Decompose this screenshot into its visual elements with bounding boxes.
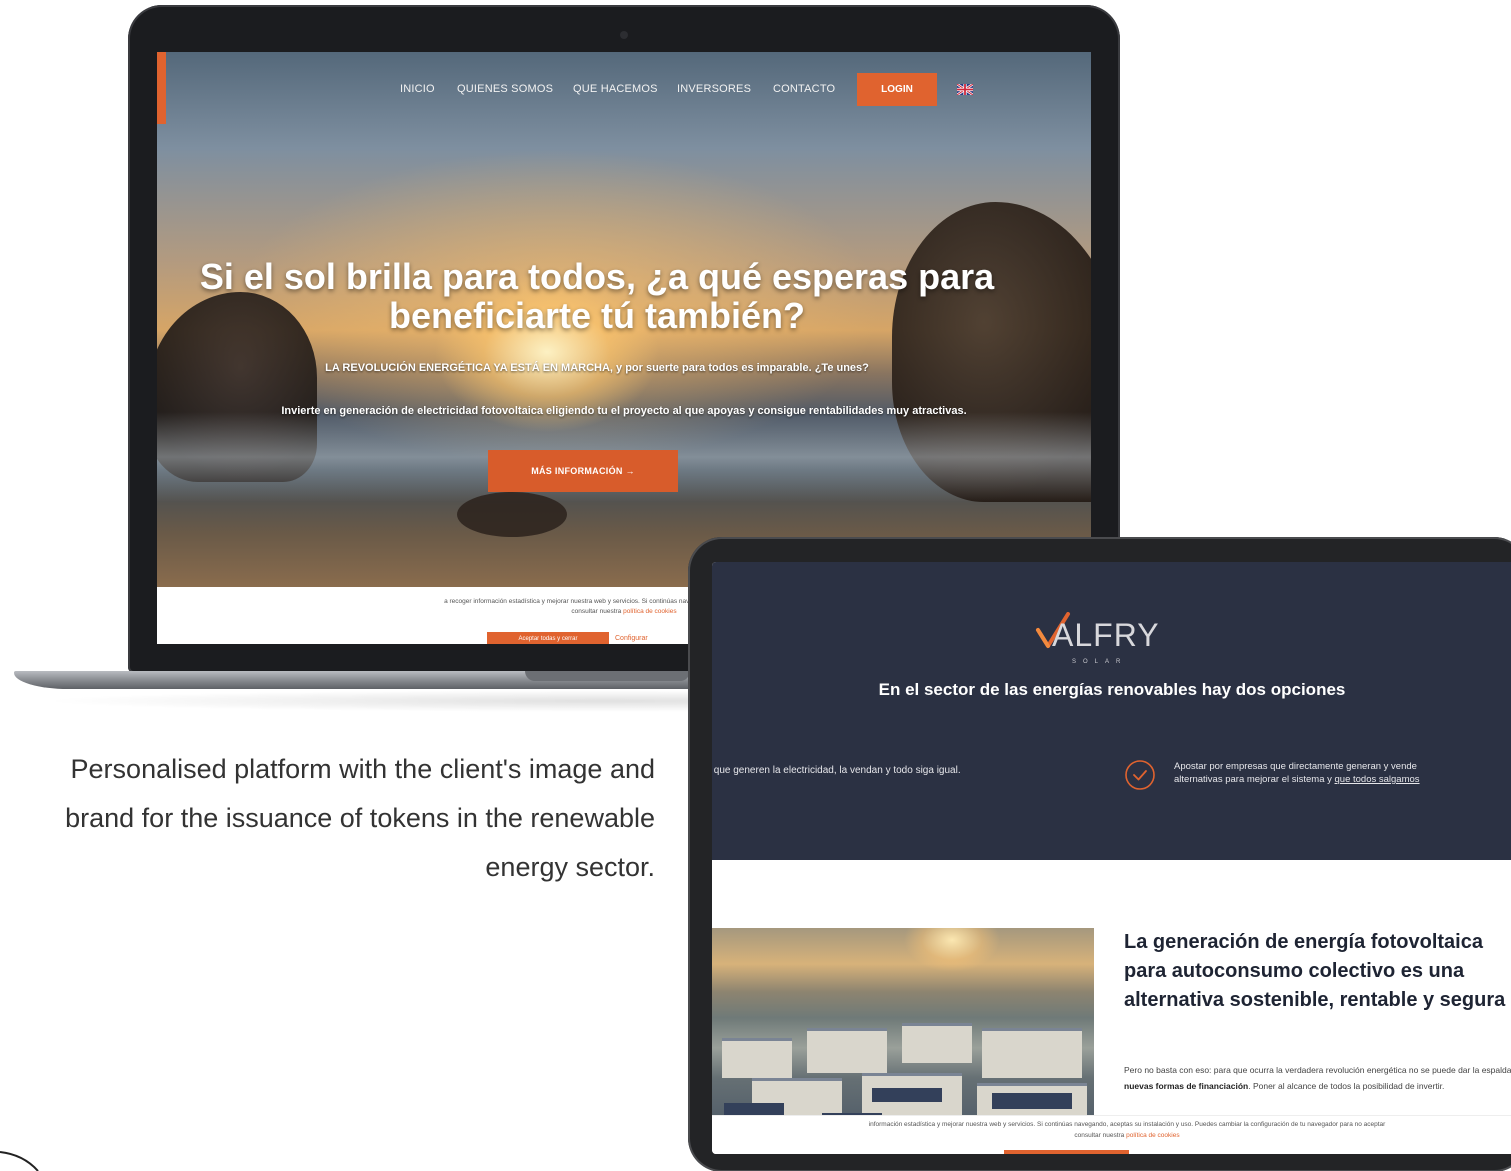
option-left-text: s que generen la electricidad, la vendan…: [712, 765, 961, 776]
nav-item-contacto[interactable]: CONTACTO: [773, 83, 835, 95]
cookie-policy-link[interactable]: política de cookies: [623, 608, 676, 615]
solar-panel: [872, 1088, 942, 1102]
nav-item-inversores[interactable]: INVERSORES: [677, 83, 751, 95]
article-body: Pero no basta con eso: para que ocurra l…: [1124, 1062, 1511, 1094]
option-right-line2: alternativas para mejorar el sistema y q…: [1174, 773, 1420, 786]
option-right-line2-prefix: alternativas para mejorar el sistema y: [1174, 774, 1335, 785]
hero-rock-small: [457, 492, 567, 537]
hero-title: Si el sol brilla para todos, ¿a qué espe…: [199, 256, 995, 336]
article-body-prefix: Pero no basta con eso: para que ocurra l…: [1124, 1065, 1511, 1075]
main-nav: INICIO QUIENES SOMOS QUE HACEMOS INVERSO…: [157, 73, 1091, 106]
solar-rooftops-photo: [712, 928, 1094, 1128]
nav-item-que-hacemos[interactable]: QUE HACEMOS: [573, 83, 658, 95]
logo-text: ALFRY: [1052, 617, 1160, 653]
uk-flag-icon[interactable]: [957, 84, 973, 95]
cookie-configure-link[interactable]: Configurar: [615, 634, 648, 644]
tablet-cookie-text: información estadística y mejorar nuestr…: [868, 1121, 1386, 1128]
option-right-text: Apostar por empresas que directamente ge…: [1174, 760, 1420, 786]
tablet-cookie-accept-button[interactable]: [1004, 1150, 1129, 1154]
laptop-notch: [525, 671, 690, 681]
check-circle-icon: [1125, 760, 1155, 790]
hero-subtitle: LA REVOLUCIÓN ENERGÉTICA YA ESTÁ EN MARC…: [325, 362, 869, 374]
decorative-corner-curve: [0, 1151, 39, 1171]
tablet-cookie-policy-link[interactable]: política de cookies: [1126, 1132, 1179, 1139]
photo-building: [807, 1028, 887, 1073]
solar-panel: [992, 1093, 1072, 1109]
nav-item-quienes-somos[interactable]: QUIENES SOMOS: [457, 83, 553, 95]
tablet-cookie-banner: información estadística y mejorar nuestr…: [712, 1115, 1511, 1154]
logo-subtext: SOLAR: [1072, 659, 1128, 665]
cookie-text-prefix: consultar nuestra: [571, 608, 624, 615]
tablet-cookie-text-2: consultar nuestra política de cookies: [712, 1130, 1511, 1141]
article-body-suffix: . Poner al alcance de todos la posibilid…: [1248, 1081, 1445, 1091]
valfry-logo[interactable]: ALFRY SOLAR: [1034, 612, 1164, 672]
option-right-line1: Apostar por empresas que directamente ge…: [1174, 761, 1417, 772]
option-right-link[interactable]: que todos salgamos: [1335, 774, 1420, 785]
caption-text: Personalised platform with the client's …: [65, 754, 655, 882]
cookie-accept-button[interactable]: Aceptar todas y cerrar: [487, 632, 609, 644]
more-info-button[interactable]: MÁS INFORMACIÓN →: [488, 450, 678, 492]
tablet-section-heading: En el sector de las energías renovables …: [878, 680, 1346, 699]
photo-building: [722, 1038, 792, 1078]
laptop-camera: [620, 31, 628, 39]
tablet-hero-section: ALFRY SOLAR En el sector de las energías…: [712, 562, 1511, 860]
photo-building: [982, 1028, 1082, 1078]
photo-building: [902, 1023, 972, 1063]
nav-item-inicio[interactable]: INICIO: [400, 83, 435, 95]
tablet-cookie-text-prefix: consultar nuestra: [1074, 1132, 1127, 1139]
tablet-screen: ALFRY SOLAR En el sector de las energías…: [712, 562, 1511, 1154]
login-button[interactable]: LOGIN: [857, 73, 937, 106]
article-title: La generación de energía fotovoltaica pa…: [1124, 931, 1506, 1011]
tablet-device: ALFRY SOLAR En el sector de las energías…: [688, 537, 1511, 1171]
hero-description: Invierte en generación de electricidad f…: [281, 405, 967, 417]
